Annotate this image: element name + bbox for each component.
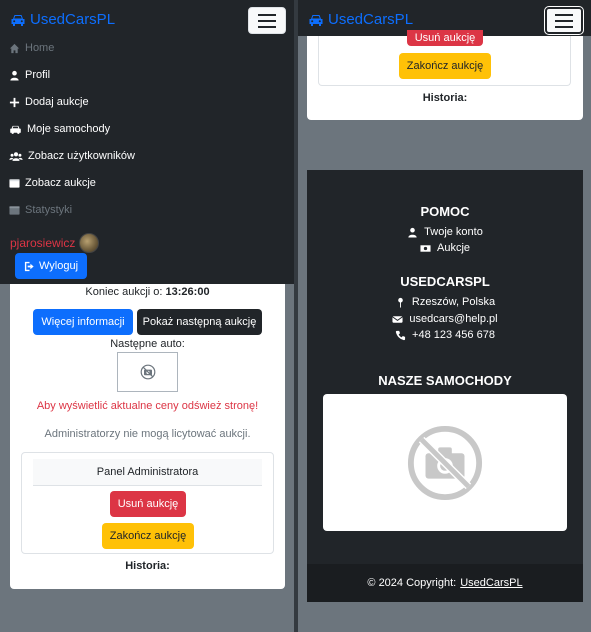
cars-heading: NASZE SAMOCHODY [378, 373, 512, 388]
nav-menu: Home Profil Dodaj aukcje Moje samochody … [0, 36, 294, 284]
map-pin-icon [398, 297, 403, 308]
admin-panel: Panel Administratora Usuń aukcję Zakończ… [21, 452, 274, 554]
nav-item-label: Profil [25, 69, 51, 81]
window-icon [9, 178, 20, 188]
home-icon [9, 43, 20, 53]
navbar-toggler-button[interactable] [248, 7, 286, 34]
money-icon [420, 244, 431, 252]
phone-icon [395, 330, 406, 340]
next-car-thumbnail[interactable] [117, 352, 178, 392]
brand-link[interactable]: UsedCarsPL [308, 11, 413, 28]
nav-item-dodaj-aukcje[interactable]: Dodaj aukcje [9, 96, 89, 108]
history-label: Historia: [125, 560, 170, 572]
nav-item-statystyki[interactable]: Statystyki [9, 204, 72, 216]
auction-card-bottom: Usuń aukcję Zakończ aukcję Historia: [307, 30, 583, 120]
address-text: Rzeszów, Polska [411, 296, 496, 308]
envelope-icon [392, 315, 404, 323]
user-profile: pjarosiewicz [10, 233, 100, 253]
nav-item-zobacz-aukcje[interactable]: Zobacz aukcje [9, 177, 96, 189]
auction-card: Koniec aukcji o: 13:26:00 Więcej informa… [10, 284, 285, 589]
brand-name: UsedCarsPL [328, 11, 414, 28]
help-link-label: Aukcje [436, 242, 471, 254]
nav-item-home[interactable]: Home [9, 42, 54, 54]
nav-item-zobacz-uzytkownikow[interactable]: Zobacz użytkowników [9, 150, 135, 162]
company-email[interactable]: usedcars@help.pl [307, 313, 583, 325]
help-link-account[interactable]: Twoje konto [307, 226, 583, 238]
nav-item-label: Statystyki [25, 204, 73, 216]
help-link-label: Twoje konto [424, 226, 483, 238]
nav-item-moje-samochody[interactable]: Moje samochody [9, 123, 110, 135]
nav-item-label: Dodaj aukcje [25, 96, 89, 108]
company-address: Rzeszów, Polska [307, 296, 583, 308]
hamburger-icon [555, 13, 573, 16]
nav-item-label: Zobacz użytkowników [28, 150, 135, 162]
username-link[interactable]: pjarosiewicz [10, 236, 75, 250]
copyright-bar: © 2024 Copyright: UsedCarsPL [307, 564, 583, 602]
company-phone[interactable]: +48 123 456 678 [307, 329, 583, 341]
copyright-text: © 2024 Copyright: [367, 577, 457, 589]
nav-item-label: Home [25, 42, 55, 54]
navbar: UsedCarsPL [0, 0, 294, 36]
history-label: Historia: [422, 92, 468, 104]
more-info-button[interactable]: Więcej informacji [33, 309, 133, 335]
help-heading: POMOC [420, 204, 470, 219]
auction-end-time: Koniec aukcji o: 13:26:00 [10, 286, 285, 298]
logout-label: Wyloguj [38, 260, 79, 272]
avatar [79, 233, 100, 253]
left-viewport: UsedCarsPL Home Profil Dodaj aukcje Moje… [0, 0, 294, 632]
end-time-value: 13:26:00 [165, 286, 210, 298]
nav-item-profil[interactable]: Profil [9, 69, 50, 81]
footer: POMOC Twoje konto Aukcje USEDCARSPL Rzes… [307, 170, 583, 602]
nav-item-label: Moje samochody [27, 123, 111, 135]
next-car-label: Następne auto: [110, 338, 185, 350]
next-auction-button[interactable]: Pokaż następną aukcję [137, 309, 262, 335]
nav-item-label: Zobacz aukcje [25, 177, 96, 189]
hamburger-icon [258, 13, 276, 16]
admin-notice: Administratorzy nie mogą licytować aukcj… [44, 428, 251, 440]
refresh-warning: Aby wyświetlić aktualne ceny odśwież str… [36, 400, 259, 412]
brand-link[interactable]: UsedCarsPL [10, 11, 115, 28]
help-link-auctions[interactable]: Aukcje [307, 242, 583, 254]
delete-auction-button[interactable]: Usuń aukcję [407, 30, 483, 46]
right-viewport: UsedCarsPL Usuń aukcję Zakończ aukcję Hi… [298, 0, 591, 632]
car-icon [309, 14, 323, 26]
users-icon [9, 151, 23, 161]
navbar-toggler-button[interactable] [544, 6, 584, 35]
cars-image[interactable] [323, 394, 567, 531]
admin-panel: Usuń aukcję Zakończ aukcję [318, 30, 571, 86]
user-icon [408, 227, 417, 238]
finish-auction-button[interactable]: Zakończ aukcję [399, 53, 491, 79]
phone-text: +48 123 456 678 [412, 329, 495, 341]
admin-panel-header: Panel Administratora [33, 459, 262, 486]
delete-auction-button[interactable]: Usuń aukcję [110, 491, 186, 517]
brand-name: UsedCarsPL [30, 11, 116, 28]
logout-button[interactable]: Wyloguj [15, 253, 87, 279]
car-icon [11, 14, 25, 26]
finish-auction-button[interactable]: Zakończ aukcję [102, 523, 194, 549]
company-heading: USEDCARSPL [400, 274, 490, 289]
end-label: Koniec aukcji o: [85, 286, 163, 298]
user-icon [10, 70, 19, 81]
logout-icon [24, 261, 34, 271]
no-image-icon [140, 364, 155, 380]
no-image-icon [407, 425, 483, 500]
plus-icon [9, 97, 20, 107]
copyright-link[interactable]: UsedCarsPL [460, 577, 522, 589]
email-text: usedcars@help.pl [409, 313, 498, 325]
car-icon [10, 125, 21, 134]
chart-icon [9, 205, 20, 215]
